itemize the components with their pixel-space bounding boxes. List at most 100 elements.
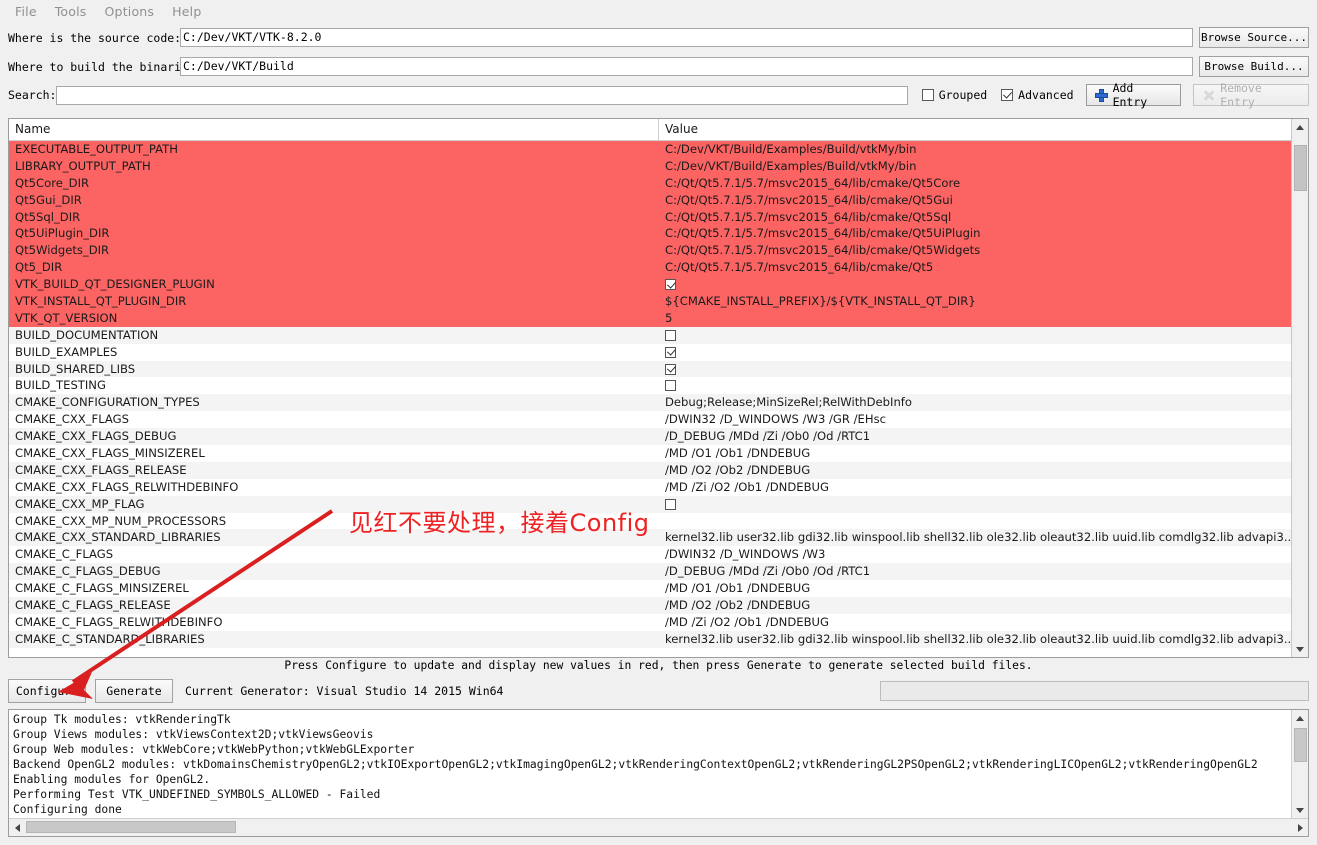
grouped-checkbox-wrap[interactable]: Grouped [921, 88, 987, 102]
table-row[interactable]: BUILD_TESTING [9, 377, 1291, 394]
cache-variable-value[interactable]: /D_DEBUG /MDd /Zi /Ob0 /Od /RTC1 [659, 563, 1291, 580]
add-entry-button[interactable]: Add Entry [1085, 81, 1182, 109]
log-main: Group Tk modules: vtkRenderingTk Group Vi… [9, 710, 1308, 818]
configure-button[interactable]: Configure [8, 679, 86, 703]
table-row[interactable]: Qt5Widgets_DIR C:/Qt/Qt5.7.1/5.7/msvc2015… [9, 242, 1291, 260]
cache-variable-value[interactable]: 5 [659, 310, 1291, 327]
cache-variable-value[interactable]: /MD /O2 /Ob2 /DNDEBUG [659, 597, 1291, 614]
advanced-checkbox-wrap[interactable]: Advanced [1001, 88, 1074, 102]
table-row[interactable]: CMAKE_C_FLAGS_RELEASE/MD /O2 /Ob2 /DNDEB… [9, 597, 1291, 614]
cache-variable-value[interactable]: C:/Qt/Qt5.7.1/5.7/msvc2015_64/lib/cmake/… [659, 259, 1291, 276]
table-row[interactable]: BUILD_DOCUMENTATION [9, 326, 1291, 344]
cache-variable-value[interactable]: C:/Dev/VKT/Build/Examples/Build/vtkMy/bi… [659, 158, 1291, 175]
table-row[interactable]: CMAKE_CXX_FLAGS_RELWITHDEBINFO/MD /Zi /O… [9, 479, 1291, 496]
table-row[interactable]: CMAKE_C_STANDARD_LIBRARIES kernel32.lib u… [9, 630, 1291, 648]
table-row[interactable]: VTK_QT_VERSION 5 [9, 309, 1291, 327]
table-row[interactable]: CMAKE_C_FLAGS_DEBUG/D_DEBUG /MDd /Zi /Ob… [9, 563, 1291, 581]
log-horizontal-scrollbar[interactable] [9, 818, 1308, 836]
log-scroll-right-arrow-icon[interactable] [1292, 819, 1308, 836]
cache-value-checkbox[interactable] [665, 279, 676, 291]
log-scroll-down-arrow-icon[interactable] [1292, 802, 1308, 818]
cache-variable-value[interactable]: kernel32.lib user32.lib gdi32.lib winspo… [659, 631, 1291, 648]
column-header-value[interactable]: Value [659, 119, 1291, 140]
remove-entry-button[interactable]: Remove Entry [1193, 81, 1309, 109]
table-row[interactable]: VTK_BUILD_QT_DESIGNER_PLUGIN [9, 276, 1291, 294]
scroll-up-arrow-icon[interactable] [1292, 119, 1308, 135]
table-row[interactable]: Qt5_DIR C:/Qt/Qt5.7.1/5.7/msvc2015_64/lib… [9, 259, 1291, 277]
table-row[interactable]: CMAKE_C_FLAGS_RELWITHDEBINFO/MD /Zi /O2 … [9, 614, 1291, 631]
log-text[interactable]: Group Tk modules: vtkRenderingTk Group Vi… [9, 710, 1291, 818]
table-scroll-thumb[interactable] [1294, 145, 1307, 191]
table-row[interactable]: CMAKE_CXX_FLAGS_MINSIZEREL/MD /O1 /Ob1 /… [9, 445, 1291, 462]
table-row[interactable]: CMAKE_CXX_FLAGS_RELEASE/MD /O2 /Ob2 /DND… [9, 461, 1291, 479]
table-row[interactable]: VTK_INSTALL_QT_PLUGIN_DIR ${CMAKE_INSTALL… [9, 293, 1291, 310]
cache-variable-value[interactable]: C:/Qt/Qt5.7.1/5.7/msvc2015_64/lib/cmake/… [659, 175, 1291, 192]
cache-variable-value[interactable] [659, 344, 1291, 361]
cache-variable-value[interactable]: /MD /O1 /Ob1 /DNDEBUG [659, 580, 1291, 597]
cache-variable-value[interactable]: /MD /Zi /O2 /Ob1 /DNDEBUG [659, 614, 1291, 631]
scroll-down-arrow-icon[interactable] [1292, 641, 1308, 657]
cache-variable-value[interactable]: C:/Qt/Qt5.7.1/5.7/msvc2015_64/lib/cmake/… [659, 242, 1291, 259]
log-scroll-left-arrow-icon[interactable] [9, 819, 25, 836]
table-row[interactable]: CMAKE_C_FLAGS_MINSIZEREL/MD /O1 /Ob1 /DN… [9, 580, 1291, 597]
table-row[interactable]: Qt5UiPlugin_DIR C:/Qt/Qt5.7.1/5.7/msvc201… [9, 225, 1291, 243]
cache-variable-value[interactable] [659, 496, 1291, 513]
search-input[interactable] [56, 85, 908, 105]
table-row[interactable]: BUILD_EXAMPLES [9, 344, 1291, 361]
table-row[interactable]: CMAKE_CXX_MP_NUM_PROCESSORS [9, 513, 1291, 530]
cache-variable-name: BUILD_EXAMPLES [15, 344, 118, 359]
table-row[interactable]: CMAKE_C_FLAGS /DWIN32 /D_WINDOWS /W3 [9, 546, 1291, 563]
cache-value-checkbox[interactable] [665, 498, 676, 510]
source-path-input[interactable] [180, 28, 1193, 47]
cache-variable-name: CMAKE_CXX_FLAGS_MINSIZEREL [15, 446, 205, 461]
cache-variable-value[interactable]: /MD /Zi /O2 /Ob1 /DNDEBUG [659, 479, 1291, 496]
cache-variable-value[interactable]: /MD /O2 /Ob2 /DNDEBUG [659, 462, 1291, 479]
cache-variable-value[interactable]: ${CMAKE_INSTALL_PREFIX}/${VTK_INSTALL_QT… [659, 293, 1291, 310]
log-scroll-thumb[interactable] [1294, 728, 1307, 762]
table-row[interactable]: CMAKE_CXX_MP_FLAG [9, 495, 1291, 513]
cache-value-checkbox[interactable] [665, 329, 676, 341]
cache-variable-value[interactable] [659, 276, 1291, 293]
table-row[interactable]: CMAKE_CXX_FLAGS_DEBUG/D_DEBUG /MDd /Zi /… [9, 428, 1291, 446]
table-vertical-scrollbar[interactable] [1291, 119, 1308, 657]
log-hscroll-thumb[interactable] [26, 821, 236, 833]
log-vertical-scrollbar[interactable] [1291, 710, 1308, 818]
cache-value-checkbox[interactable] [665, 380, 676, 392]
table-row[interactable]: Qt5Sql_DIR C:/Qt/Qt5.7.1/5.7/msvc2015_64/… [9, 208, 1291, 226]
cache-value-checkbox[interactable] [665, 346, 676, 358]
cache-variable-value[interactable]: /DWIN32 /D_WINDOWS /W3 /GR /EHsc [659, 411, 1291, 428]
cache-variable-value[interactable]: C:/Qt/Qt5.7.1/5.7/msvc2015_64/lib/cmake/… [659, 225, 1291, 242]
browse-source-button[interactable]: Browse Source... [1199, 27, 1309, 48]
cache-variable-value[interactable] [659, 327, 1291, 344]
table-row[interactable]: CMAKE_CXX_FLAGS /DWIN32 /D_WINDOWS /W3 /… [9, 411, 1291, 428]
table-row[interactable]: Qt5Core_DIR C:/Qt/Qt5.7.1/5.7/msvc2015_64… [9, 174, 1291, 192]
advanced-checkbox[interactable] [1001, 89, 1014, 101]
cache-variable-value[interactable]: Debug;Release;MinSizeRel;RelWithDebInfo [659, 394, 1291, 411]
cache-variable-value[interactable]: C:/Qt/Qt5.7.1/5.7/msvc2015_64/lib/cmake/… [659, 209, 1291, 226]
log-scroll-up-arrow-icon[interactable] [1292, 710, 1308, 726]
menu-item-help[interactable]: Help [163, 2, 210, 21]
table-row[interactable]: Qt5Gui_DIR C:/Qt/Qt5.7.1/5.7/msvc2015_64/… [9, 191, 1291, 209]
grouped-checkbox[interactable] [921, 89, 934, 101]
table-row[interactable]: BUILD_SHARED_LIBS [9, 360, 1291, 378]
menu-item-tools[interactable]: Tools [46, 2, 96, 21]
cache-variable-value[interactable]: kernel32.lib user32.lib gdi32.lib winspo… [659, 529, 1291, 546]
table-row[interactable]: CMAKE_CONFIGURATION_TYPES Debug;Release;M… [9, 394, 1291, 412]
menu-item-options[interactable]: Options [96, 2, 164, 21]
column-header-name[interactable]: Name [9, 119, 659, 140]
cache-variable-value[interactable]: /D_DEBUG /MDd /Zi /Ob0 /Od /RTC1 [659, 428, 1291, 445]
generate-button[interactable]: Generate [95, 679, 173, 703]
table-row[interactable]: LIBRARY_OUTPUT_PATH C:/Dev/VKT/Build/Exam… [9, 157, 1291, 175]
cache-variable-value[interactable]: /DWIN32 /D_WINDOWS /W3 [659, 546, 1291, 563]
cache-value-checkbox[interactable] [665, 363, 676, 375]
table-row[interactable]: CMAKE_CXX_STANDARD_LIBRARIES kernel32.lib… [9, 529, 1291, 547]
browse-build-button[interactable]: Browse Build... [1199, 56, 1309, 77]
cache-variable-value[interactable] [659, 377, 1291, 394]
cache-variable-value[interactable]: C:/Qt/Qt5.7.1/5.7/msvc2015_64/lib/cmake/… [659, 192, 1291, 209]
table-row[interactable]: EXECUTABLE_OUTPUT_PATH C:/Dev/VKT/Build/E… [9, 141, 1291, 158]
cache-variable-value[interactable] [659, 361, 1291, 378]
menu-item-file[interactable]: File [6, 2, 46, 21]
cache-variable-value[interactable]: C:/Dev/VKT/Build/Examples/Build/vtkMy/bi… [659, 141, 1291, 158]
cache-variable-value[interactable]: /MD /O1 /Ob1 /DNDEBUG [659, 445, 1291, 462]
build-path-input[interactable] [180, 57, 1193, 76]
